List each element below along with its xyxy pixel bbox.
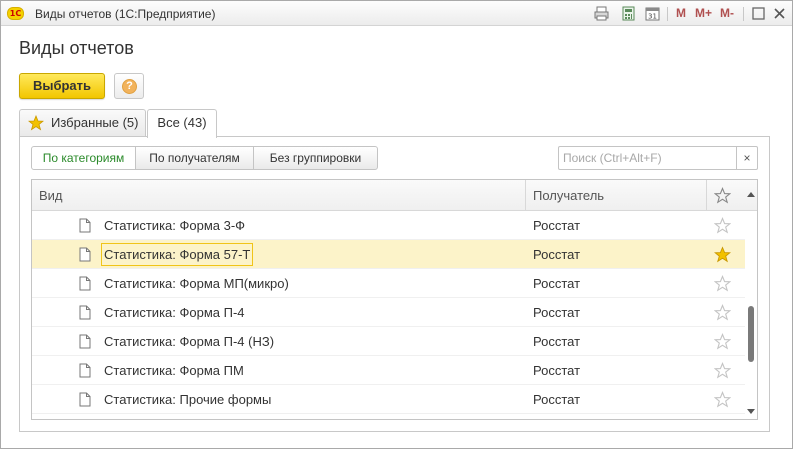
window-title: Виды отчетов (1С:Предприятие) [35, 7, 216, 21]
row-recipient: Росстат [533, 363, 581, 378]
scrollbar-thumb[interactable] [748, 306, 754, 362]
table-row-selected[interactable]: Статистика: Форма 57-Т Росстат [32, 240, 745, 269]
document-icon [79, 363, 91, 378]
table-row[interactable]: Статистика: Прочие формы Росстат [32, 385, 745, 414]
help-icon: ? [122, 79, 137, 94]
row-name: Статистика: Форма ПМ [104, 363, 244, 378]
document-icon [79, 334, 91, 349]
calendar-icon[interactable]: 31 [645, 6, 660, 21]
minimize-icon[interactable] [751, 6, 766, 21]
column-header-name[interactable]: Вид [39, 180, 63, 211]
document-icon [79, 247, 91, 262]
table-row[interactable]: Статистика: Форма ПМ Росстат [32, 356, 745, 385]
star-outline-icon[interactable] [714, 391, 731, 408]
row-recipient: Росстат [533, 334, 581, 349]
row-name: Статистика: Форма 3-Ф [104, 218, 246, 233]
table-row[interactable]: Статистика: Форма П-4 (НЗ) Росстат [32, 327, 745, 356]
star-icon [28, 115, 44, 131]
scroll-up-icon[interactable] [747, 191, 755, 199]
row-name: Статистика: Форма П-4 (НЗ) [104, 334, 275, 349]
print-icon[interactable] [594, 6, 609, 21]
row-recipient: Росстат [533, 218, 581, 233]
document-icon [79, 305, 91, 320]
column-divider [525, 180, 526, 211]
toolbar-separator [743, 7, 744, 21]
document-icon [79, 218, 91, 233]
row-recipient: Росстат [533, 392, 581, 407]
toolbar-separator [667, 7, 668, 21]
star-outline-icon[interactable] [714, 304, 731, 321]
reports-table: Вид Получатель Статистика: Форма 3-Ф Рос… [31, 179, 758, 420]
table-body: Статистика: Форма 3-Ф Росстат Статистика… [32, 211, 745, 414]
row-name: Статистика: Форма 57-Т [101, 243, 254, 266]
column-divider [706, 180, 707, 211]
memory-button-m-minus[interactable]: M- [720, 6, 734, 20]
star-outline-icon[interactable] [714, 362, 731, 379]
star-outline-icon[interactable] [714, 187, 731, 204]
row-name: Статистика: Форма МП(микро) [104, 276, 289, 291]
app-logo: 1С [7, 7, 24, 20]
row-recipient: Росстат [533, 247, 581, 262]
star-filled-icon[interactable] [714, 246, 731, 263]
select-button[interactable]: Выбрать [19, 73, 105, 99]
table-header: Вид Получатель [32, 180, 757, 211]
scroll-down-icon[interactable] [747, 407, 755, 415]
memory-button-m-plus[interactable]: M+ [695, 6, 712, 20]
table-row[interactable]: Статистика: Форма МП(микро) Росстат [32, 269, 745, 298]
row-recipient: Росстат [533, 305, 581, 320]
tab-favorites-label: Избранные (5) [51, 115, 139, 130]
star-outline-icon[interactable] [714, 275, 731, 292]
calculator-icon[interactable] [621, 6, 636, 21]
group-by-recipient-button[interactable]: По получателям [135, 146, 254, 170]
star-outline-icon[interactable] [714, 333, 731, 350]
vertical-scrollbar[interactable] [745, 192, 757, 419]
app-window: 1С Виды отчетов (1С:Предприятие) 31 M M+… [0, 0, 793, 449]
star-outline-icon[interactable] [714, 217, 731, 234]
column-header-recipient[interactable]: Получатель [533, 180, 604, 211]
no-grouping-button[interactable]: Без группировки [253, 146, 378, 170]
table-row[interactable]: Статистика: Форма 3-Ф Росстат [32, 211, 745, 240]
row-recipient: Росстат [533, 276, 581, 291]
memory-button-m[interactable]: M [676, 6, 686, 20]
row-name: Статистика: Форма П-4 [104, 305, 245, 320]
table-row[interactable]: Статистика: Форма П-4 Росстат [32, 298, 745, 327]
help-button[interactable]: ? [114, 73, 144, 99]
svg-text:31: 31 [648, 13, 657, 21]
close-icon[interactable] [772, 6, 787, 21]
search-clear-button[interactable]: × [736, 146, 758, 170]
search-input[interactable] [558, 146, 737, 170]
tab-all[interactable]: Все (43) [147, 109, 217, 138]
document-icon [79, 276, 91, 291]
document-icon [79, 392, 91, 407]
page-title: Виды отчетов [19, 38, 134, 58]
row-name: Статистика: Прочие формы [104, 392, 272, 407]
group-by-category-button[interactable]: По категориям [31, 146, 136, 170]
tab-favorites[interactable]: Избранные (5) [19, 109, 146, 137]
title-bar: 1С Виды отчетов (1С:Предприятие) 31 M M+… [1, 1, 792, 26]
